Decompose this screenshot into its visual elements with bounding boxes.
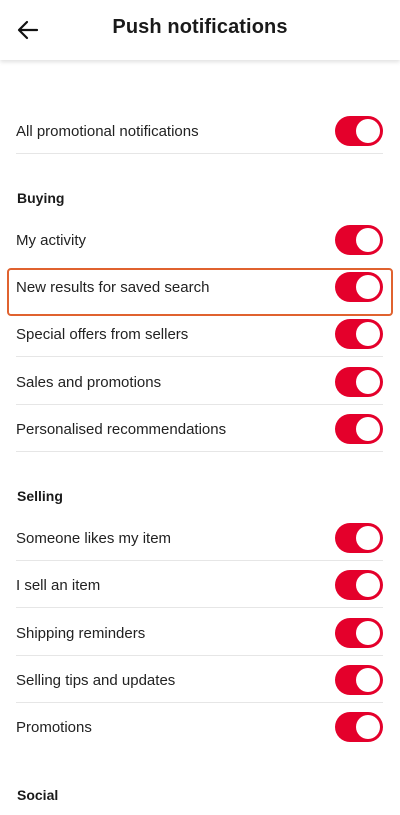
setting-label: Promotions: [16, 718, 92, 736]
setting-row-shipping-reminders[interactable]: Shipping reminders: [16, 610, 383, 656]
i-sell-item-toggle[interactable]: [335, 570, 383, 600]
setting-row-special-offers[interactable]: Special offers from sellers: [16, 311, 383, 357]
toggle-knob: [356, 275, 380, 299]
toggle-knob: [356, 370, 380, 394]
toggle-knob: [356, 573, 380, 597]
setting-row-all-promotional[interactable]: All promotional notifications: [16, 108, 383, 154]
someone-likes-item-toggle[interactable]: [335, 523, 383, 553]
toggle-knob: [356, 119, 380, 143]
toggle-knob: [356, 228, 380, 252]
setting-row-my-activity[interactable]: My activity: [16, 217, 383, 263]
setting-label: Someone likes my item: [16, 529, 172, 547]
shipping-reminders-toggle[interactable]: [335, 618, 383, 648]
setting-label: Shipping reminders: [16, 624, 146, 642]
setting-row-someone-likes-item[interactable]: Someone likes my item: [16, 515, 383, 561]
setting-row-i-sell-item[interactable]: I sell an item: [16, 562, 383, 608]
page-title: Push notifications: [112, 16, 288, 38]
all-promotional-toggle[interactable]: [335, 116, 383, 146]
toggle-knob: [356, 668, 380, 692]
setting-label: I sell an item: [16, 576, 101, 594]
section-title-buying: Buying: [17, 190, 65, 206]
setting-row-promotions[interactable]: Promotions: [16, 704, 383, 750]
new-results-saved-search-toggle[interactable]: [335, 272, 383, 302]
setting-label: Sales and promotions: [16, 373, 162, 391]
toggle-knob: [356, 621, 380, 645]
setting-row-new-results-saved-search[interactable]: New results for saved search: [16, 264, 383, 310]
sales-promotions-toggle[interactable]: [335, 367, 383, 397]
setting-label: New results for saved search: [16, 278, 210, 296]
section-title-selling: Selling: [17, 488, 63, 504]
top-app-bar: Push notifications: [0, 0, 400, 60]
setting-row-sales-promotions[interactable]: Sales and promotions: [16, 359, 383, 405]
setting-row-personalised-recommendations[interactable]: Personalised recommendations: [16, 406, 383, 452]
setting-label: Selling tips and updates: [16, 671, 176, 689]
toggle-knob: [356, 417, 380, 441]
setting-label: Personalised recommendations: [16, 420, 227, 438]
toggle-knob: [356, 526, 380, 550]
setting-label: Special offers from sellers: [16, 325, 189, 343]
selling-tips-toggle[interactable]: [335, 665, 383, 695]
push-notifications-screen: Push notifications All promotional notif…: [0, 0, 400, 815]
setting-label: All promotional notifications: [16, 122, 199, 140]
setting-label: My activity: [16, 231, 87, 249]
toggle-knob: [356, 322, 380, 346]
setting-row-selling-tips[interactable]: Selling tips and updates: [16, 657, 383, 703]
toggle-knob: [356, 715, 380, 739]
personalised-recommendations-toggle[interactable]: [335, 414, 383, 444]
section-title-social: Social: [17, 787, 59, 803]
my-activity-toggle[interactable]: [335, 225, 383, 255]
special-offers-toggle[interactable]: [335, 319, 383, 349]
promotions-toggle[interactable]: [335, 712, 383, 742]
